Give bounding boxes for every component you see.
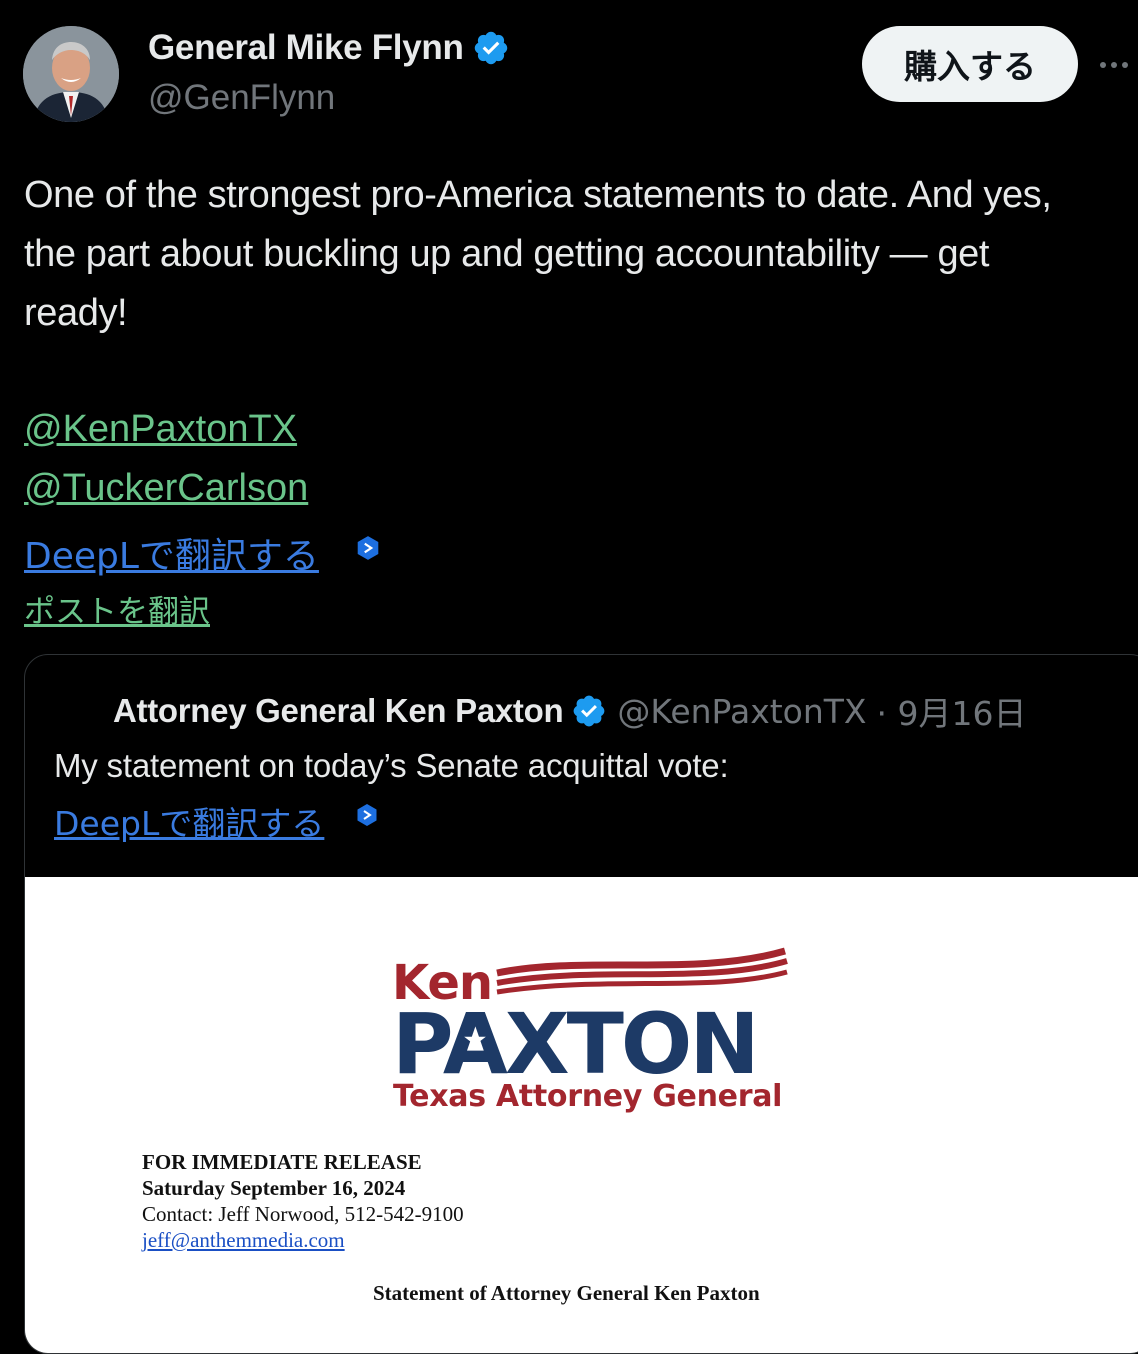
verified-badge-icon (474, 31, 507, 65)
quoted-post[interactable]: Attorney General Ken Paxton @KenPaxtonTX… (24, 654, 1138, 1354)
logo-subtitle: Texas Attorney General (393, 1079, 783, 1114)
deepl-icon[interactable] (355, 803, 379, 827)
verified-badge-icon (573, 695, 605, 727)
star-icon (464, 1029, 486, 1050)
mention-kenpaxtontx-link[interactable]: @KenPaxtonTX (24, 408, 297, 451)
release-details: FOR IMMEDIATE RELEASE Saturday September… (142, 1149, 464, 1253)
tweet-line: ready! (24, 292, 128, 334)
quoted-author-handle[interactable]: @KenPaxtonTX (617, 692, 866, 731)
buy-button[interactable]: 購入する (862, 26, 1078, 102)
release-date: Saturday September 16, 2024 (142, 1176, 406, 1200)
deepl-translate-link[interactable]: DeepLで翻訳する (24, 527, 319, 579)
release-label: FOR IMMEDIATE RELEASE (142, 1150, 422, 1174)
translate-post-link[interactable]: ポストを翻訳 (24, 586, 210, 631)
author-name-row: General Mike Flynn (148, 28, 510, 68)
flag-stripes-icon (496, 947, 788, 995)
quoted-author-name[interactable]: Attorney General Ken Paxton (113, 692, 564, 730)
quoted-post-header: Attorney General Ken Paxton @KenPaxtonTX… (113, 687, 1027, 735)
deepl-icon[interactable] (355, 535, 381, 561)
tweet-text: One of the strongest pro-America stateme… (24, 166, 1132, 343)
quoted-post-text: My statement on today’s Senate acquittal… (54, 747, 729, 784)
statement-title: Statement of Attorney General Ken Paxton (373, 1281, 760, 1305)
mention-tuckercarlson-link[interactable]: @TuckerCarlson (24, 467, 308, 510)
logo-paxton-text: PAXTON (392, 995, 760, 1093)
author-handle[interactable]: @GenFlynn (148, 78, 335, 118)
release-contact: Contact: Jeff Norwood, 512-542-9100 (142, 1202, 464, 1226)
author-name[interactable]: General Mike Flynn (148, 28, 464, 68)
quoted-deepl-translate-link[interactable]: DeepLで翻訳する (54, 797, 324, 845)
quoted-post-date[interactable]: · 9月16日 (877, 687, 1027, 735)
more-options-icon[interactable] (1100, 62, 1128, 68)
release-email: jeff@anthemmedia.com (142, 1228, 345, 1252)
author-avatar[interactable] (23, 26, 119, 122)
quoted-post-image[interactable]: Ken PAXTON Texas Attorney General FOR IM… (25, 877, 1138, 1353)
tweet-line: One of the strongest pro-America stateme… (24, 174, 1052, 216)
tweet-line: the part about buckling up and getting a… (24, 233, 990, 275)
